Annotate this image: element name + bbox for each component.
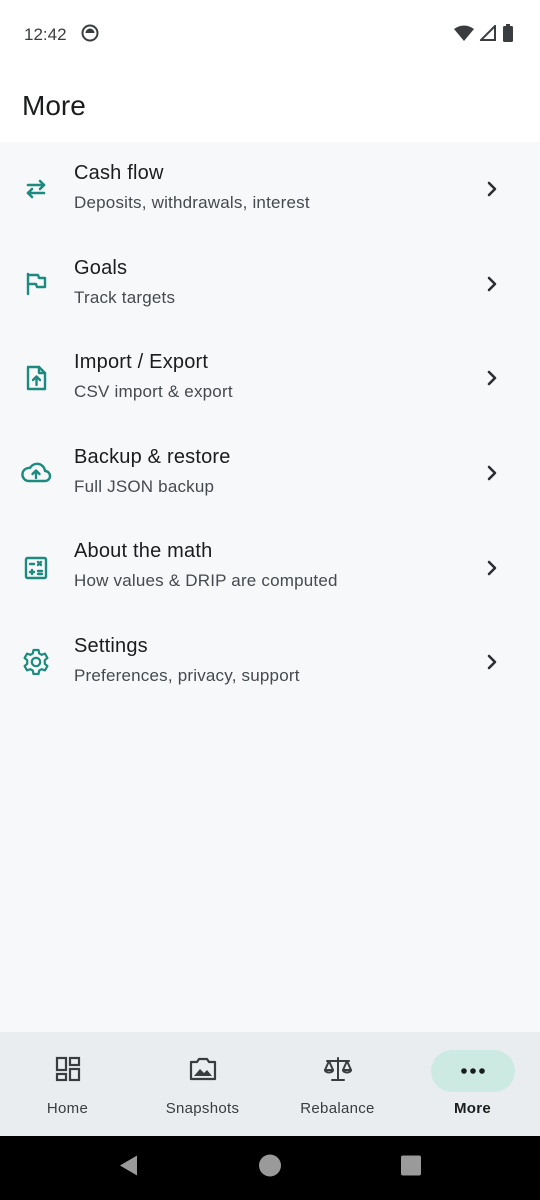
menu-item-subtitle: How values & DRIP are computed bbox=[74, 571, 338, 591]
photo-icon bbox=[188, 1055, 218, 1088]
chevron-right-icon bbox=[480, 650, 504, 674]
menu-item-subtitle: Preferences, privacy, support bbox=[74, 665, 300, 685]
nav-item-snapshots[interactable]: Snapshots bbox=[135, 1032, 270, 1136]
menu-item-subtitle: Deposits, withdrawals, interest bbox=[74, 193, 310, 212]
status-time: 12:42 bbox=[24, 25, 67, 44]
dashboard-icon bbox=[54, 1055, 82, 1088]
app-notification-icon bbox=[81, 24, 99, 47]
nav-icon-wrap bbox=[161, 1050, 245, 1092]
nav-item-rebalance[interactable]: Rebalance bbox=[270, 1032, 405, 1136]
menu-item-backup-restore[interactable]: Backup & restore Full JSON backup bbox=[0, 426, 540, 521]
menu-text: Cash flow Deposits, withdrawals, interes… bbox=[74, 162, 310, 213]
menu-text: Import / Export CSV import & export bbox=[74, 351, 233, 402]
menu-text: Goals Track targets bbox=[74, 257, 175, 308]
nav-icon-wrap bbox=[296, 1050, 380, 1092]
menu-item-title: Import / Export bbox=[74, 351, 209, 374]
nav-label: Home bbox=[46, 1100, 89, 1117]
status-left: 12:42 bbox=[24, 24, 99, 47]
cell-signal-icon bbox=[478, 23, 496, 46]
page-title: More bbox=[22, 90, 86, 121]
nav-label: Snapshots bbox=[165, 1100, 240, 1117]
chevron-right-icon bbox=[480, 556, 504, 580]
menu-item-about-math[interactable]: About the math How values & DRIP are com… bbox=[0, 520, 540, 615]
back-icon[interactable] bbox=[117, 1154, 139, 1183]
system-nav-bar bbox=[0, 1136, 540, 1200]
swap-arrows-icon bbox=[20, 173, 52, 205]
status-right bbox=[454, 23, 514, 47]
menu-text: About the math How values & DRIP are com… bbox=[74, 540, 338, 591]
menu-item-subtitle: Full JSON backup bbox=[74, 476, 215, 496]
app-bar: More bbox=[0, 70, 540, 142]
flag-icon bbox=[20, 268, 52, 300]
menu-item-subtitle: CSV import & export bbox=[74, 382, 233, 402]
menu-item-title: Cash flow bbox=[74, 162, 164, 184]
file-upload-icon bbox=[20, 362, 52, 394]
cloud-upload-icon bbox=[20, 457, 52, 489]
chevron-right-icon bbox=[480, 461, 504, 485]
home-icon[interactable] bbox=[258, 1154, 282, 1183]
menu-item-import-export[interactable]: Import / Export CSV import & export bbox=[0, 331, 540, 426]
nav-item-home[interactable]: Home bbox=[0, 1032, 135, 1136]
wifi-icon bbox=[454, 25, 474, 46]
menu-item-title: Backup & restore bbox=[74, 445, 231, 468]
nav-item-more[interactable]: More bbox=[405, 1032, 540, 1136]
nav-label: More bbox=[453, 1100, 492, 1117]
chevron-right-icon bbox=[480, 177, 504, 201]
recents-icon[interactable] bbox=[400, 1155, 422, 1182]
menu-item-subtitle: Track targets bbox=[74, 287, 176, 307]
battery-icon bbox=[502, 23, 514, 47]
menu-item-title: Settings bbox=[74, 634, 148, 657]
gear-icon bbox=[20, 646, 52, 678]
menu-text: Backup & restore Full JSON backup bbox=[74, 446, 231, 497]
chevron-right-icon bbox=[480, 272, 504, 296]
menu-list: Cash flow Deposits, withdrawals, interes… bbox=[0, 142, 540, 710]
nav-icon-wrap bbox=[26, 1050, 110, 1092]
status-bar: 12:42 bbox=[0, 0, 540, 70]
nav-label: Rebalance bbox=[300, 1100, 375, 1117]
menu-item-settings[interactable]: Settings Preferences, privacy, support bbox=[0, 615, 540, 710]
menu-item-title: About the math bbox=[74, 540, 213, 563]
menu-item-goals[interactable]: Goals Track targets bbox=[0, 237, 540, 332]
scale-icon bbox=[322, 1055, 354, 1088]
calculator-icon bbox=[20, 552, 52, 584]
nav-icon-wrap bbox=[430, 1050, 515, 1092]
menu-item-cash-flow[interactable]: Cash flow Deposits, withdrawals, interes… bbox=[0, 142, 540, 237]
more-dots-icon bbox=[460, 1062, 486, 1080]
menu-text: Settings Preferences, privacy, support bbox=[74, 635, 300, 686]
chevron-right-icon bbox=[480, 366, 504, 390]
bottom-nav: Home Snapshots Rebalance More bbox=[0, 1032, 540, 1136]
menu-item-title: Goals bbox=[74, 256, 128, 279]
